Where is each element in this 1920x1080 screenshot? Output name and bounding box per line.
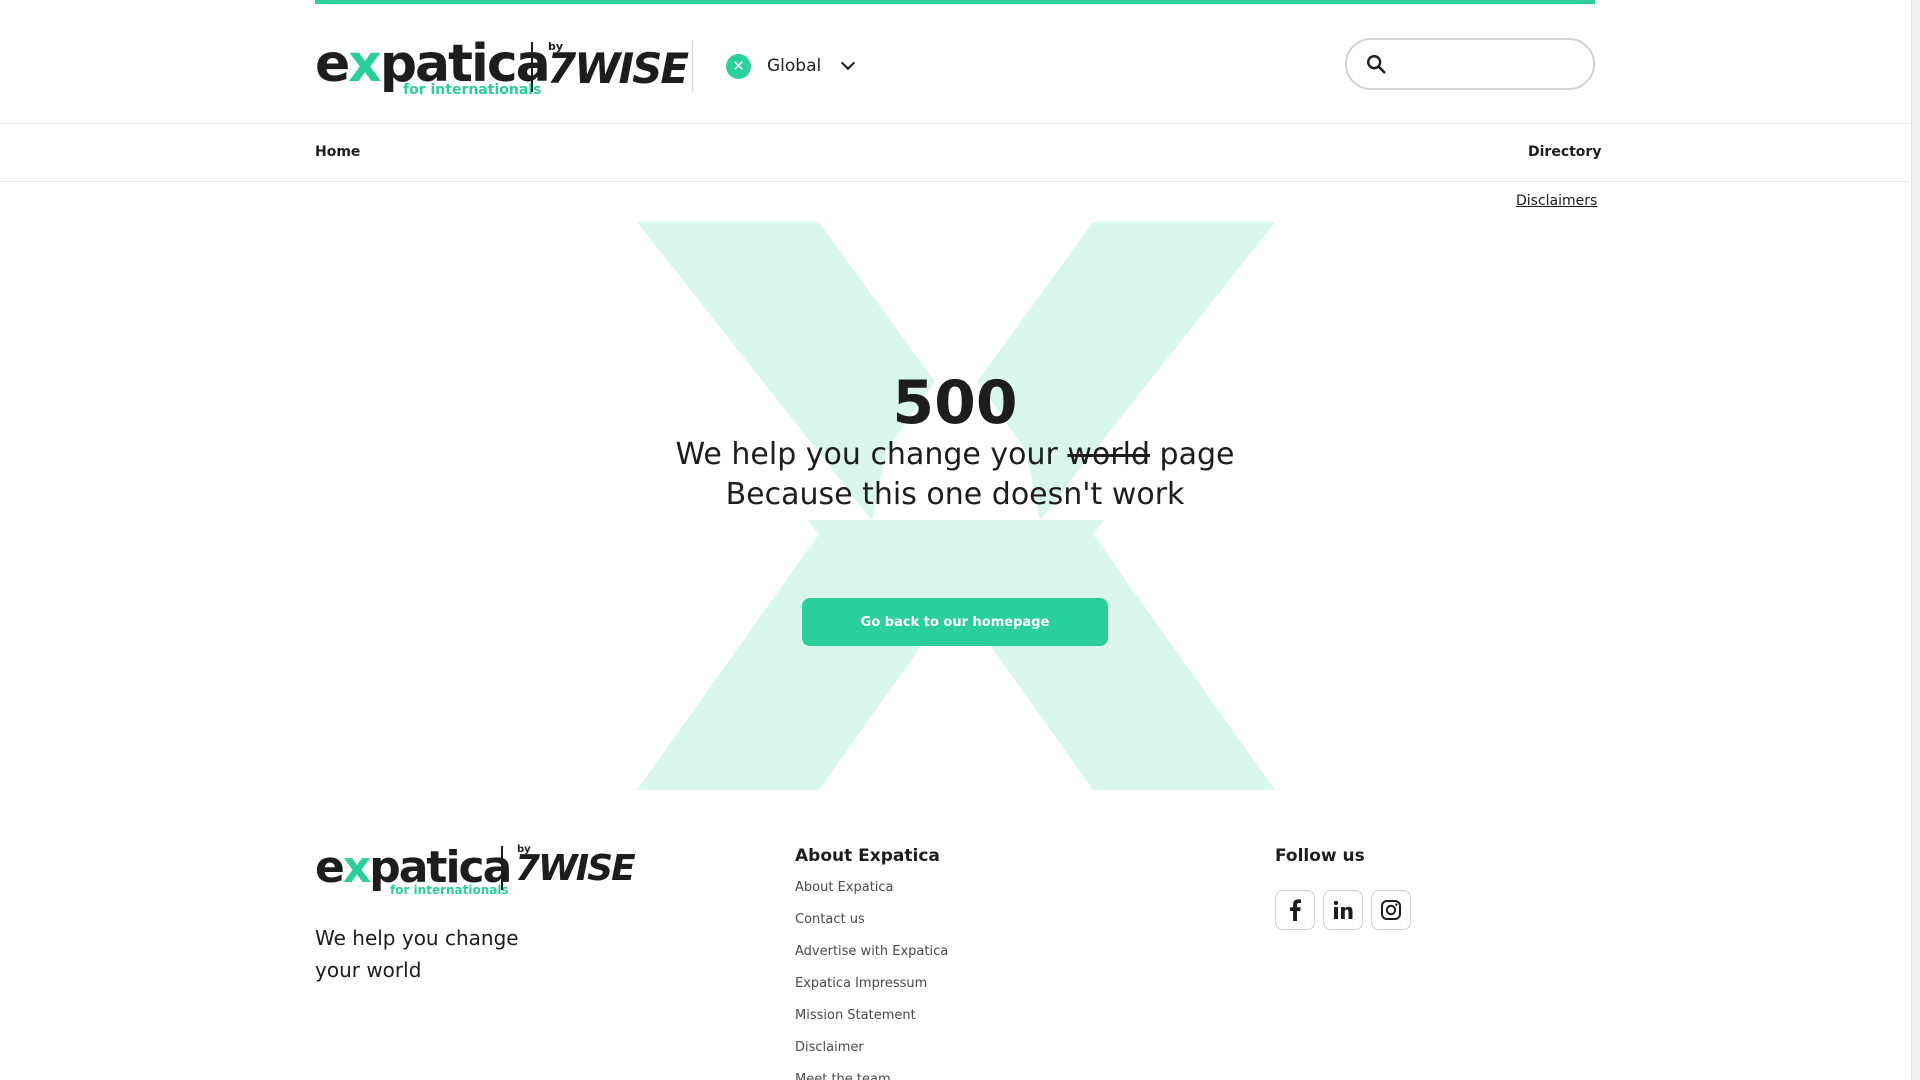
footer-about-title: About Expatica bbox=[795, 846, 940, 866]
footer-logo[interactable]: expatica for internationals by 7WISE bbox=[315, 844, 636, 897]
footer-wise-logo: 7WISE bbox=[515, 848, 636, 889]
instagram-icon bbox=[1381, 900, 1401, 920]
footer-link[interactable]: Expatica Impressum bbox=[795, 974, 948, 1006]
site-header: expatica for internationals by 7WISE ✕ G… bbox=[0, 4, 1910, 124]
facebook-icon bbox=[1290, 899, 1301, 921]
error-headline: We help you change your world page bbox=[675, 437, 1235, 472]
disclaimers-link[interactable]: Disclaimers bbox=[1516, 193, 1597, 209]
wise-logo: 7WISE bbox=[547, 44, 689, 93]
instagram-button[interactable] bbox=[1371, 890, 1411, 930]
logo-tagline: for internationals bbox=[403, 82, 542, 98]
footer-follow-title: Follow us bbox=[1275, 846, 1365, 866]
search-input[interactable] bbox=[1397, 50, 1577, 78]
footer-logo-divider bbox=[501, 846, 503, 890]
error-code: 500 bbox=[892, 368, 1018, 438]
chevron-down-icon bbox=[841, 55, 856, 71]
globe-icon: ✕ bbox=[726, 53, 751, 79]
footer-link[interactable]: Advertise with Expatica bbox=[795, 942, 948, 974]
footer-link[interactable]: Mission Statement bbox=[795, 1006, 948, 1038]
footer-tagline: We help you change your world bbox=[315, 926, 519, 982]
nav-directory[interactable]: Directory bbox=[1528, 144, 1601, 160]
region-label: Global bbox=[767, 56, 822, 76]
search-icon[interactable] bbox=[1365, 53, 1387, 75]
logo-divider bbox=[531, 42, 533, 92]
linkedin-button[interactable] bbox=[1323, 890, 1363, 930]
footer-link[interactable]: Meet the team bbox=[795, 1070, 948, 1080]
footer-about-links: About Expatica Contact us Advertise with… bbox=[795, 878, 948, 1080]
expatica-logo[interactable]: expatica for internationals by 7WISE bbox=[315, 38, 689, 98]
social-links bbox=[1275, 890, 1411, 930]
linkedin-icon bbox=[1333, 900, 1353, 919]
go-home-button[interactable]: Go back to our homepage bbox=[802, 598, 1108, 646]
region-selector[interactable]: ✕ Global bbox=[726, 52, 856, 80]
search-box[interactable] bbox=[1345, 38, 1595, 90]
footer-link[interactable]: Disclaimer bbox=[795, 1038, 948, 1070]
main-nav: Home Directory bbox=[0, 124, 1910, 182]
footer-logo-tagline: for internationals bbox=[390, 883, 509, 897]
nav-home[interactable]: Home bbox=[315, 144, 360, 160]
struck-word: world bbox=[1067, 437, 1150, 472]
footer-link[interactable]: Contact us bbox=[795, 910, 948, 942]
facebook-button[interactable] bbox=[1275, 890, 1315, 930]
header-divider bbox=[692, 40, 693, 92]
error-subline: Because this one doesn't work bbox=[725, 477, 1185, 512]
footer-link[interactable]: About Expatica bbox=[795, 878, 948, 910]
page-scrollbar[interactable] bbox=[1911, 0, 1920, 1080]
